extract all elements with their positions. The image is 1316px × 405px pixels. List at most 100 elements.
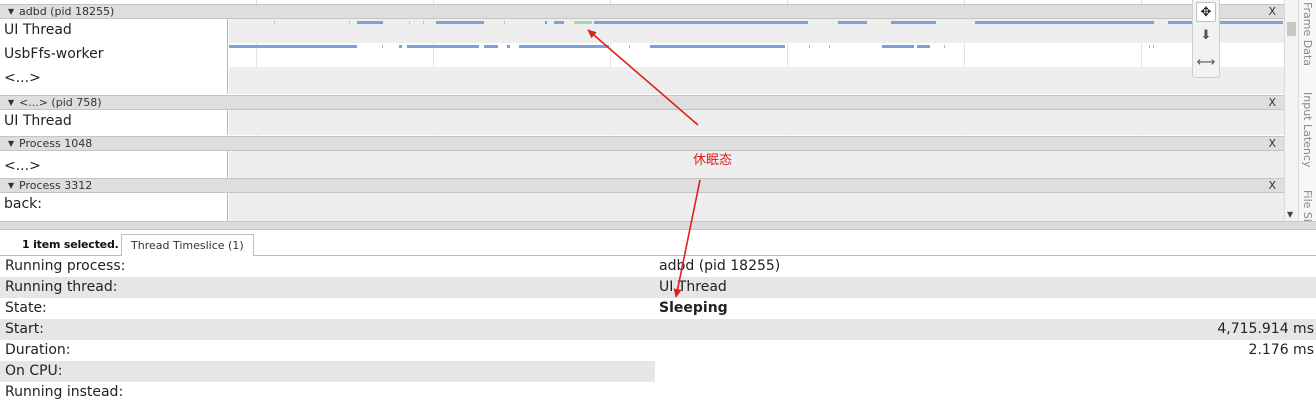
thread-label: <...> — [0, 67, 228, 94]
fit-width-icon[interactable]: ⟷ — [1196, 53, 1216, 73]
tab-frame-data[interactable]: Frame Data — [1301, 2, 1314, 66]
detail-key: Start: — [5, 321, 44, 337]
thread-row-usbffs-worker[interactable]: UsbFfs-worker — [0, 43, 1284, 67]
timeslice-running[interactable] — [484, 45, 498, 48]
collapse-triangle-icon[interactable]: ▼ — [8, 96, 14, 110]
timeslice-running[interactable] — [229, 45, 357, 48]
detail-row-duration: Duration: 2.176 ms — [0, 340, 1316, 361]
detail-key: Duration: — [5, 342, 71, 358]
detail-row-on-cpu: On CPU: — [0, 361, 1316, 382]
timeslice-running[interactable] — [399, 45, 402, 48]
detail-row-start: Start: 4,715.914 ms — [0, 319, 1316, 340]
timeslice-sleeping[interactable] — [349, 21, 350, 24]
down-arrow-icon[interactable]: ⬇ — [1196, 26, 1216, 46]
timeslice-running[interactable] — [554, 21, 564, 24]
process-title: adbd (pid 18255) — [19, 5, 115, 18]
process-title: Process 3312 — [19, 179, 93, 192]
detail-value: 2.176 ms — [1248, 342, 1314, 358]
thread-lane[interactable] — [229, 67, 1284, 94]
thread-row-ui-thread[interactable]: UI Thread — [0, 110, 1284, 135]
details-tab-bar: 1 item selected. Thread Timeslice (1) — [0, 230, 1316, 256]
detail-row-state: State: Sleeping — [0, 298, 1316, 319]
collapse-triangle-icon[interactable]: ▼ — [8, 137, 14, 151]
selection-count: 1 item selected. — [22, 238, 119, 251]
collapse-triangle-icon[interactable]: ▼ — [8, 5, 14, 19]
timeslice-tick[interactable] — [809, 45, 810, 48]
timeslice-running[interactable] — [917, 45, 930, 48]
thread-row-unknown[interactable]: <...> — [0, 151, 1284, 178]
close-process-button[interactable]: X — [1268, 96, 1276, 110]
timeslice-tick[interactable] — [1149, 45, 1150, 48]
thread-label: UI Thread — [0, 110, 228, 135]
timeslice-sleeping[interactable] — [504, 21, 505, 24]
vertical-scrollbar[interactable]: ▼ — [1284, 0, 1298, 221]
thread-lane[interactable] — [229, 43, 1284, 67]
timeslice-running[interactable] — [975, 21, 1154, 24]
close-process-button[interactable]: X — [1268, 5, 1276, 19]
thread-label: <...> — [0, 151, 228, 178]
timeslice-running[interactable] — [357, 21, 383, 24]
timeslice-sleeping[interactable] — [423, 21, 424, 24]
close-process-button[interactable]: X — [1268, 179, 1276, 193]
tab-thread-timeslice[interactable]: Thread Timeslice (1) — [121, 234, 254, 256]
timeline-track-view[interactable]: ▼ adbd (pid 18255) X UI Thread UsbFfs-wo… — [0, 0, 1284, 221]
thread-label: back: — [0, 193, 228, 221]
process-header-758[interactable]: ▼ <...> (pid 758) X — [0, 95, 1284, 110]
scroll-down-icon[interactable]: ▼ — [1287, 210, 1293, 219]
process-title: Process 1048 — [19, 137, 93, 150]
timeslice-running[interactable] — [1168, 21, 1192, 24]
tab-input-latency[interactable]: Input Latency — [1301, 92, 1314, 167]
thread-lane[interactable] — [229, 193, 1284, 221]
close-process-button[interactable]: X — [1268, 137, 1276, 151]
process-header-adbd[interactable]: ▼ adbd (pid 18255) X — [0, 4, 1284, 19]
detail-key: Running process: — [5, 258, 126, 274]
timeline-toolbox: ✥ ⬇ ⟷ — [1192, 0, 1220, 78]
detail-key: Running thread: — [5, 279, 118, 295]
thread-row-back[interactable]: back: — [0, 193, 1284, 221]
move-icon[interactable]: ✥ — [1196, 2, 1216, 22]
thread-lane[interactable] — [229, 110, 1284, 135]
thread-lane[interactable] — [229, 19, 1284, 43]
detail-value: UI Thread — [659, 279, 727, 295]
annotation-label: 休眠态 — [693, 153, 733, 168]
detail-value: adbd (pid 18255) — [659, 258, 781, 274]
collapse-triangle-icon[interactable]: ▼ — [8, 179, 14, 193]
timeslice-running[interactable] — [436, 21, 484, 24]
thread-label: UI Thread — [0, 19, 228, 43]
thread-lane[interactable] — [229, 151, 1284, 178]
detail-value: 4,715.914 ms — [1217, 321, 1314, 337]
tab-file-size[interactable]: File Si — [1301, 190, 1314, 222]
detail-key: On CPU: — [5, 363, 63, 379]
thread-row-ui-thread[interactable]: UI Thread — [0, 19, 1284, 43]
scrollbar-thumb[interactable] — [1287, 22, 1296, 36]
side-tab-panel: Frame Data Input Latency File Si — [1298, 0, 1316, 222]
process-title: <...> (pid 758) — [19, 96, 102, 109]
timeslice-tick[interactable] — [944, 45, 945, 48]
timeslice-running[interactable] — [594, 21, 808, 24]
timeslice-tick[interactable] — [829, 45, 830, 48]
timeslice-tick[interactable] — [382, 45, 383, 48]
timeslice-running[interactable] — [891, 21, 936, 24]
panel-splitter[interactable] — [0, 221, 1316, 230]
timeslice-running[interactable] — [882, 45, 914, 48]
timeslice-running[interactable] — [519, 45, 609, 48]
process-header-3312[interactable]: ▼ Process 3312 X — [0, 178, 1284, 193]
thread-label: UsbFfs-worker — [0, 43, 228, 67]
detail-row-running-process: Running process: adbd (pid 18255) — [0, 256, 1316, 277]
timeslice-running[interactable] — [545, 21, 547, 24]
timeslice-sleeping-selected[interactable] — [574, 21, 592, 24]
timeslice-running[interactable] — [507, 45, 510, 48]
timeslice-running[interactable] — [838, 21, 867, 24]
detail-key: State: — [5, 300, 47, 316]
thread-row-unknown[interactable]: <...> — [0, 67, 1284, 94]
detail-row-running-thread: Running thread: UI Thread — [0, 277, 1316, 298]
process-header-1048[interactable]: ▼ Process 1048 X — [0, 136, 1284, 151]
timeslice-sleeping[interactable] — [274, 21, 275, 24]
detail-value-state: Sleeping — [659, 300, 728, 316]
timeslice-tick[interactable] — [1153, 45, 1154, 48]
detail-key: Running instead: — [5, 384, 124, 400]
timeslice-tick[interactable] — [629, 45, 630, 48]
timeslice-sleeping[interactable] — [409, 21, 410, 24]
timeslice-running[interactable] — [407, 45, 479, 48]
timeslice-running[interactable] — [650, 45, 785, 48]
